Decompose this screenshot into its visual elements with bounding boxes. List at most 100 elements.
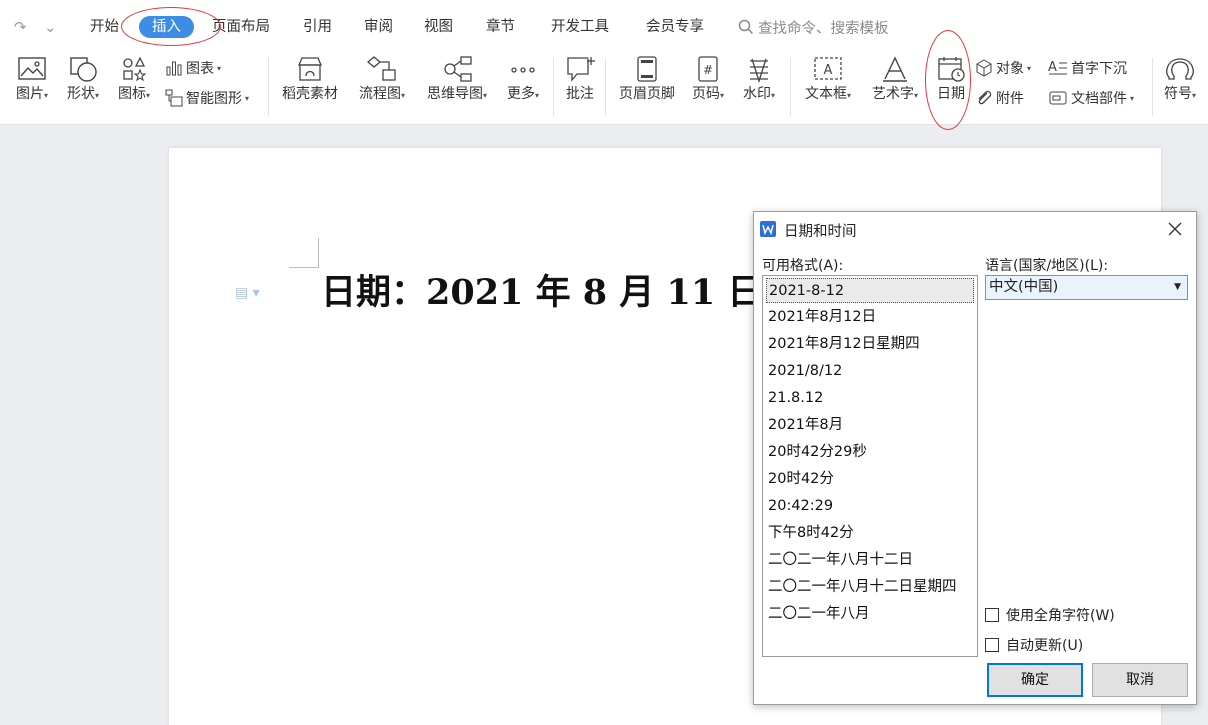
page-number-label: 页码 [691,86,720,102]
comment-label: 批注 [566,86,594,102]
formats-label: 可用格式(A): [762,258,844,274]
svg-text:A: A [824,63,833,78]
checkbox-box[interactable] [985,638,999,652]
format-option[interactable]: 二〇二一年八月十二日星期四 [766,575,974,600]
dialog-title: 日期和时间 [784,224,857,240]
format-option[interactable]: 2021年8月12日星期四 [766,332,974,357]
format-list[interactable]: 2021-8-12 2021年8月12日 2021年8月12日星期四 2021/… [762,275,978,657]
comment-button[interactable]: 批注 [558,52,602,118]
more-dots-icon [511,67,535,73]
language-select[interactable]: 中文(中国) ▼ [985,275,1188,300]
ribbon-separator [605,58,606,116]
search-placeholder: 查找命令、搜索模板 [758,20,889,37]
calendar-clock-icon [938,57,965,82]
language-value: 中文(中国) [989,279,1059,295]
more-label: 更多 [506,86,535,102]
dropcap-label: 首字下沉 [1071,61,1127,77]
page-number-icon: # [698,56,718,82]
dropcap-icon: A [1048,60,1067,75]
watermark-label: 水印 [742,86,771,102]
format-option[interactable]: 2021年8月12日 [766,305,974,330]
date-button[interactable]: 日期 [932,52,970,118]
format-option[interactable]: 2021/8/12 [766,359,974,384]
picture-icon [18,57,46,80]
fullwidth-checkbox[interactable]: 使用全角字符(W) [985,605,1115,625]
mindmap-label: 思维导图 [426,86,483,102]
format-option[interactable]: 下午8时42分 [766,521,974,546]
format-option[interactable]: 二〇二一年八月 [766,602,974,627]
textbox-icon: A [814,57,842,80]
tab-chapter[interactable]: 章节 [486,16,515,38]
format-option[interactable]: 20时42分 [766,467,974,492]
tab-member[interactable]: 会员专享 [646,16,704,38]
object-button[interactable]: 对象 ▾ [975,57,1031,79]
dropcap-button[interactable]: A 首字下沉 [1048,57,1127,79]
format-option[interactable]: 20时42分29秒 [766,440,974,465]
object-icon [976,59,992,77]
checkbox-box[interactable] [985,608,999,622]
chart-button[interactable]: 图表 ▾ [165,57,221,79]
ok-button[interactable]: 确定 [987,663,1083,697]
language-label: 语言(国家/地区)(L): [985,258,1109,274]
tab-page-layout[interactable]: 页面布局 [212,16,270,38]
attachment-button[interactable]: 附件 [975,87,1024,109]
paragraph-layout-icon[interactable]: ▤ ▾ [235,285,260,301]
format-option[interactable]: 二〇二一年八月十二日 [766,548,974,573]
date-label: 日期 [937,86,965,102]
picture-label: 图片 [15,86,44,102]
icons-button[interactable]: 图标▾ [111,52,157,118]
cancel-button[interactable]: 取消 [1092,663,1188,697]
tab-home[interactable]: 开始 [90,16,119,38]
watermark-button[interactable]: 水印▾ [737,52,781,118]
header-footer-button[interactable]: 页眉页脚 [614,52,680,118]
shape-icon [70,57,97,82]
document-date-text[interactable]: 日期：2021 年 8 月 11 日 [321,272,762,314]
tab-review[interactable]: 审阅 [364,16,393,38]
shape-button[interactable]: 形状▾ [60,52,106,118]
mindmap-icon [444,56,472,82]
format-option[interactable]: 2021-8-12 [766,278,974,303]
material-store-icon [298,57,322,81]
tab-developer[interactable]: 开发工具 [551,16,609,38]
menu-bar: ↷ ⌄ 开始 插入 页面布局 引用 审阅 视图 章节 开发工具 会员专享 查找命… [0,0,1208,52]
flowchart-icon [366,56,396,81]
wordart-button[interactable]: 艺术字▾ [864,52,926,118]
comment-icon [567,57,595,82]
textbox-button[interactable]: A 文本框▾ [798,52,858,118]
tab-insert[interactable]: 插入 [139,16,194,38]
autoupdate-checkbox[interactable]: 自动更新(U) [985,635,1083,655]
symbol-button[interactable]: 符号▾ [1158,52,1202,118]
smart-graphic-icon [165,89,183,107]
ribbon-separator [268,58,269,116]
format-option[interactable]: 2021年8月 [766,413,974,438]
fullwidth-label: 使用全角字符(W) [1006,608,1115,624]
daoke-label: 稻壳素材 [282,86,338,102]
svg-text:A: A [1048,60,1057,75]
redo-icon[interactable]: ↷ [14,18,27,36]
dialog-titlebar[interactable]: 日期和时间 [754,212,1196,246]
chart-icon [166,61,182,76]
page-number-button[interactable]: # 页码▾ [686,52,730,118]
ribbon-separator [553,58,554,116]
header-footer-label: 页眉页脚 [619,86,675,102]
ribbon-toolbar: 图片▾ 形状▾ 图标▾ 图表 ▾ 智能图形 ▾ 稻壳素材 流程图▾ 思维导图▾ 更多… [0,30,1208,130]
doc-parts-button[interactable]: 文档部件 ▾ [1048,87,1134,109]
picture-button[interactable]: 图片▾ [9,52,55,118]
margin-corner-mark [289,238,319,268]
more-button[interactable]: 更多▾ [500,52,546,118]
tab-view[interactable]: 视图 [424,16,453,38]
omega-icon [1166,58,1194,80]
mindmap-button[interactable]: 思维导图▾ [419,52,495,118]
close-icon[interactable] [1164,218,1186,240]
tab-references[interactable]: 引用 [303,16,332,38]
flowchart-button[interactable]: 流程图▾ [352,52,412,118]
customize-toolbar-icon[interactable]: ⌄ [44,18,57,36]
format-option[interactable]: 21.8.12 [766,386,974,411]
icons-gallery-icon [123,56,147,82]
wordart-icon [883,56,907,82]
chevron-down-icon: ▼ [1174,282,1181,292]
smart-graphic-button[interactable]: 智能图形 ▾ [165,87,249,109]
format-option[interactable]: 20:42:29 [766,494,974,519]
daoke-material-button[interactable]: 稻壳素材 [277,52,343,118]
command-search[interactable]: 查找命令、搜索模板 [738,16,889,38]
